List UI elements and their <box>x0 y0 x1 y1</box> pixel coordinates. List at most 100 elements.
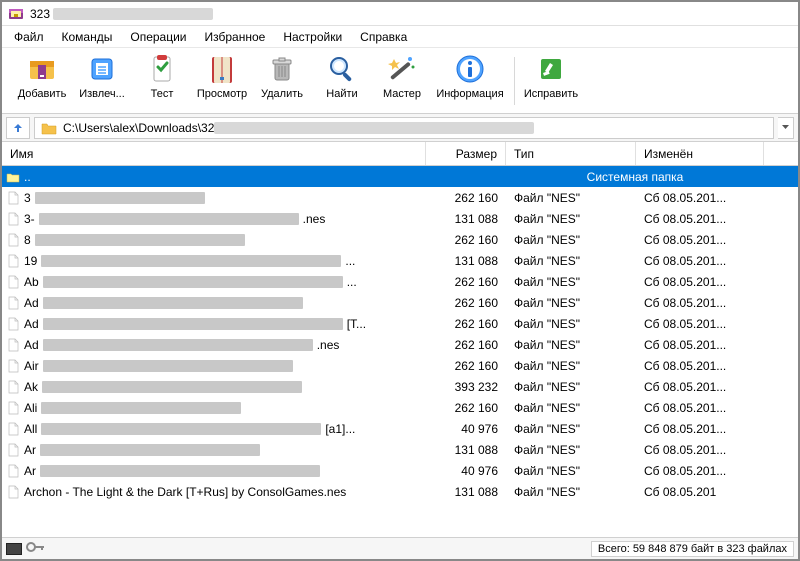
file-name-obscured <box>43 339 313 351</box>
menubar: Файл Команды Операции Избранное Настройк… <box>2 26 798 48</box>
file-name-obscured <box>35 192 205 204</box>
file-icon <box>6 317 20 331</box>
file-size: 131 088 <box>426 485 506 499</box>
file-modified: Сб 08.05.201... <box>636 254 764 268</box>
menu-operations[interactable]: Операции <box>122 28 194 46</box>
repair-button[interactable]: Исправить <box>521 51 581 111</box>
file-size: 40 976 <box>426 464 506 478</box>
file-size: 262 160 <box>426 233 506 247</box>
toolbar-separator <box>514 57 515 105</box>
file-name-suffix: [T... <box>347 317 366 331</box>
menu-options[interactable]: Настройки <box>275 28 350 46</box>
file-row[interactable]: Ak393 232Файл "NES"Сб 08.05.201... <box>2 376 798 397</box>
status-total: Всего: 59 848 879 байт в 323 файлах <box>591 541 794 557</box>
file-name-obscured <box>41 255 341 267</box>
statusbar: Всего: 59 848 879 байт в 323 файлах <box>2 537 798 559</box>
address-input[interactable]: C:\Users\alex\Downloads\32 <box>34 117 774 139</box>
file-row[interactable]: 3262 160Файл "NES"Сб 08.05.201... <box>2 187 798 208</box>
file-name: All <box>24 422 37 436</box>
menu-help[interactable]: Справка <box>352 28 415 46</box>
file-type: Файл "NES" <box>506 338 636 352</box>
file-list[interactable]: .. Системная папка 3262 160Файл "NES"Сб … <box>2 166 798 537</box>
up-button[interactable] <box>6 117 30 139</box>
menu-commands[interactable]: Команды <box>54 28 121 46</box>
find-button[interactable]: Найти <box>312 51 372 111</box>
file-row[interactable]: All [a1]...40 976Файл "NES"Сб 08.05.201.… <box>2 418 798 439</box>
menu-file[interactable]: Файл <box>6 28 52 46</box>
file-name-suffix: .nes <box>303 212 326 226</box>
file-type: Файл "NES" <box>506 317 636 331</box>
file-row[interactable]: Ali262 160Файл "NES"Сб 08.05.201... <box>2 397 798 418</box>
repair-icon <box>535 53 567 85</box>
file-row[interactable]: Ad.nes262 160Файл "NES"Сб 08.05.201... <box>2 334 798 355</box>
app-icon <box>8 6 24 22</box>
file-modified: Сб 08.05.201... <box>636 380 764 394</box>
parent-folder-row[interactable]: .. Системная папка <box>2 166 798 187</box>
file-row[interactable]: Ar40 976Файл "NES"Сб 08.05.201... <box>2 460 798 481</box>
column-modified[interactable]: Изменён <box>636 142 764 165</box>
file-modified: Сб 08.05.201... <box>636 275 764 289</box>
address-bar: C:\Users\alex\Downloads\32 <box>2 114 798 142</box>
file-row[interactable]: 19...131 088Файл "NES"Сб 08.05.201... <box>2 250 798 271</box>
file-icon <box>6 359 20 373</box>
test-button[interactable]: Тест <box>132 51 192 111</box>
file-type: Файл "NES" <box>506 212 636 226</box>
file-name: Archon - The Light & the Dark [T+Rus] by… <box>24 485 346 499</box>
file-icon <box>6 464 20 478</box>
file-name-obscured <box>41 402 241 414</box>
file-name: Ad <box>24 338 39 352</box>
toolbar: Добавить Извлеч... Тест Просмотр Удалить <box>2 48 798 114</box>
column-type[interactable]: Тип <box>506 142 636 165</box>
file-name: Air <box>24 359 39 373</box>
file-icon <box>6 422 20 436</box>
extract-button[interactable]: Извлеч... <box>72 51 132 111</box>
file-size: 131 088 <box>426 443 506 457</box>
add-button[interactable]: Добавить <box>12 51 72 111</box>
file-name-suffix: [a1]... <box>325 422 355 436</box>
file-row[interactable]: Ab...262 160Файл "NES"Сб 08.05.201... <box>2 271 798 292</box>
extract-icon <box>86 53 118 85</box>
info-button[interactable]: Информация <box>432 51 508 111</box>
file-name-obscured <box>43 297 303 309</box>
test-icon <box>146 53 178 85</box>
file-row[interactable]: Archon - The Light & the Dark [T+Rus] by… <box>2 481 798 502</box>
address-dropdown[interactable] <box>778 117 794 139</box>
file-name: Ak <box>24 380 38 394</box>
file-modified: Сб 08.05.201... <box>636 233 764 247</box>
file-type: Файл "NES" <box>506 443 636 457</box>
file-name: 3- <box>24 212 35 226</box>
file-name-obscured <box>43 360 293 372</box>
file-row[interactable]: Ad [T...262 160Файл "NES"Сб 08.05.201... <box>2 313 798 334</box>
menu-favorites[interactable]: Избранное <box>197 28 274 46</box>
titlebar: 323 <box>2 2 798 26</box>
disk-icon <box>6 543 22 555</box>
file-row[interactable]: 3-.nes131 088Файл "NES"Сб 08.05.201... <box>2 208 798 229</box>
add-archive-icon <box>26 53 58 85</box>
file-name-suffix: ... <box>345 254 355 268</box>
folder-up-icon <box>6 170 20 184</box>
file-icon <box>6 233 20 247</box>
file-row[interactable]: 8262 160Файл "NES"Сб 08.05.201... <box>2 229 798 250</box>
file-size: 262 160 <box>426 296 506 310</box>
file-row[interactable]: Ar131 088Файл "NES"Сб 08.05.201... <box>2 439 798 460</box>
file-size: 262 160 <box>426 275 506 289</box>
file-type: Файл "NES" <box>506 422 636 436</box>
file-row[interactable]: Ad262 160Файл "NES"Сб 08.05.201... <box>2 292 798 313</box>
search-icon <box>326 53 358 85</box>
file-modified: Сб 08.05.201... <box>636 296 764 310</box>
view-button[interactable]: Просмотр <box>192 51 252 111</box>
file-name-obscured <box>35 234 245 246</box>
address-obscured <box>214 122 534 134</box>
info-icon <box>454 53 486 85</box>
column-size[interactable]: Размер <box>426 142 506 165</box>
file-type: Файл "NES" <box>506 233 636 247</box>
column-name[interactable]: Имя <box>2 142 426 165</box>
wizard-button[interactable]: Мастер <box>372 51 432 111</box>
file-row[interactable]: Air262 160Файл "NES"Сб 08.05.201... <box>2 355 798 376</box>
file-size: 40 976 <box>426 422 506 436</box>
file-size: 262 160 <box>426 359 506 373</box>
delete-button[interactable]: Удалить <box>252 51 312 111</box>
file-icon <box>6 191 20 205</box>
file-type: Файл "NES" <box>506 296 636 310</box>
view-icon <box>206 53 238 85</box>
